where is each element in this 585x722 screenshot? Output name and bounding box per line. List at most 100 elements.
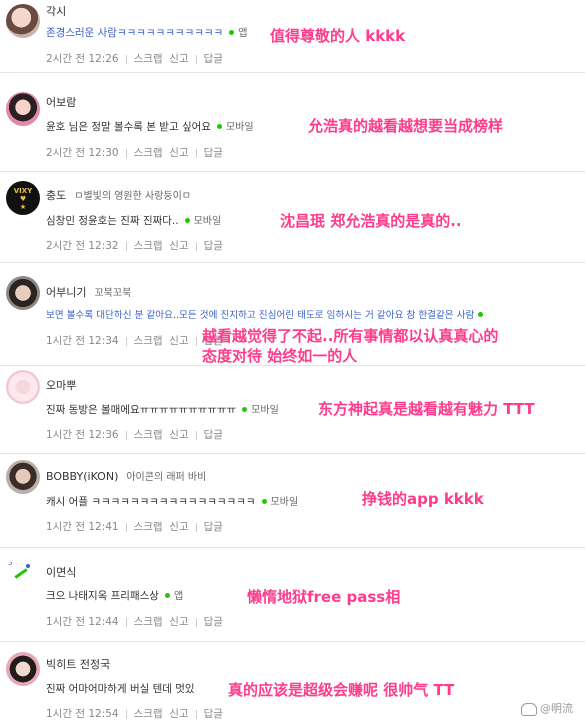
divider — [195, 430, 197, 440]
translation-annotation: 真的应该是超级会赚呢 很帅气 TT — [228, 681, 455, 699]
divider — [195, 617, 197, 627]
divider — [195, 709, 197, 719]
divider — [125, 336, 127, 346]
comment-text: 존경스러운 사람ㅋㅋㅋㅋㅋㅋㅋㅋㅋㅋㅋ 앱 — [46, 24, 247, 40]
avatar[interactable] — [6, 652, 40, 686]
comment-meta: 2시간 전 12:26 스크랩 신고 답글 — [46, 51, 223, 66]
scrap-button[interactable]: 스크랩 — [134, 53, 163, 65]
user-badge: 꼬북꼬북 — [94, 288, 132, 299]
reply-button[interactable]: 답글 — [204, 521, 223, 533]
comment-text: 캐시 어플 ㅋㅋㅋㅋㅋㅋㅋㅋㅋㅋㅋㅋㅋㅋㅋㅋㅋ 모바일 — [46, 493, 298, 509]
comment-text-content: 캐시 어플 ㅋㅋㅋㅋㅋㅋㅋㅋㅋㅋㅋㅋㅋㅋㅋㅋㅋ — [46, 496, 256, 508]
comment-item: VIXY ♥ ★ 충도 ㅁ별빛의 영원한 사랑둥이ㅁ 심창민 정윤호는 진짜 진짜다.… — [0, 177, 585, 263]
scrap-button[interactable]: 스크랩 — [134, 429, 163, 441]
avatar[interactable] — [6, 4, 40, 38]
comment-item: 5 이면식 크으 나태지옥 프리패스상 앱 1시간 전 12:44 스크랩 신고 답글… — [0, 552, 585, 642]
avatar[interactable] — [6, 92, 40, 126]
nickname[interactable]: 어보람 — [46, 94, 76, 110]
report-button[interactable]: 신고 — [169, 147, 188, 159]
timestamp: 1시간 전 12:54 — [46, 708, 119, 720]
avatar[interactable] — [6, 370, 40, 404]
online-dot-icon — [261, 499, 267, 504]
translation-annotation: 值得尊敬的人 kkkk — [270, 27, 406, 45]
comment-text-content: 심창민 정윤호는 진짜 진짜다.. — [46, 215, 179, 227]
scrap-button[interactable]: 스크랩 — [134, 616, 163, 628]
divider — [125, 241, 127, 251]
nickname[interactable]: 어부니기 꼬북꼬북 — [46, 284, 131, 300]
online-dot-icon — [478, 312, 484, 317]
translation-annotation: 允浩真的越看越想要当成榜样 — [308, 117, 504, 135]
timestamp: 2시간 전 12:32 — [46, 240, 119, 252]
reply-button[interactable]: 답글 — [204, 616, 223, 628]
nickname[interactable]: 빅히트 전정국 — [46, 656, 110, 672]
reply-button[interactable]: 답글 — [204, 53, 223, 65]
avatar[interactable] — [6, 276, 40, 310]
comment-meta: 1시간 전 12:36 스크랩 신고 답글 — [46, 427, 223, 442]
divider — [195, 54, 197, 64]
comment-text-content: 진짜 동방은 볼매에요ㅠㅠㅠㅠㅠㅠㅠㅠㅠㅠ — [46, 404, 237, 416]
reply-button[interactable]: 답글 — [204, 147, 223, 159]
scrap-button[interactable]: 스크랩 — [134, 335, 163, 347]
report-button[interactable]: 신고 — [169, 335, 188, 347]
comment-item: 오마뿌 진짜 동방은 볼매에요ㅠㅠㅠㅠㅠㅠㅠㅠㅠㅠ 모바일 1시간 전 12:36… — [0, 366, 585, 454]
scrap-button[interactable]: 스크랩 — [134, 147, 163, 159]
watermark: @明流 — [521, 700, 573, 716]
weibo-icon — [521, 702, 537, 716]
reply-button[interactable]: 답글 — [204, 429, 223, 441]
nickname-text: BOBBY(iKON) — [46, 470, 119, 483]
comment-text-content: 진짜 어마어마하게 버실 텐데 멋있 — [46, 683, 195, 695]
report-button[interactable]: 신고 — [169, 708, 188, 720]
avatar[interactable]: 5 — [6, 556, 40, 590]
comment-item: 어보람 윤호 님은 정말 볼수록 본 받고 싶어요 모바일 2시간 전 12:30… — [0, 88, 585, 172]
timestamp: 2시간 전 12:26 — [46, 53, 119, 65]
online-dot-icon — [242, 407, 248, 412]
scrap-button[interactable]: 스크랩 — [134, 521, 163, 533]
comment-item: 어부니기 꼬북꼬북 보면 볼수록 대단하신 분 같아요..모든 것에 진지하고 진… — [0, 272, 585, 366]
comment-text-content: 크으 나태지옥 프리패스상 — [46, 590, 159, 602]
avatar[interactable] — [6, 460, 40, 494]
reply-button[interactable]: 답글 — [204, 240, 223, 252]
translation-annotation: 懒惰地狱free pass相 — [247, 588, 401, 606]
user-badge: ㅁ별빛의 영원한 사랑둥이ㅁ — [74, 191, 192, 202]
avatar[interactable]: VIXY ♥ ★ — [6, 181, 40, 215]
translation-annotation-line2: 态度对待 始终如一的人 — [202, 347, 358, 365]
comment-item: 각시 존경스러운 사람ㅋㅋㅋㅋㅋㅋㅋㅋㅋㅋㅋ 앱 2시간 전 12:26 스크랩 신… — [0, 0, 585, 73]
device-label: 모바일 — [225, 122, 254, 133]
comment-text: 진짜 동방은 볼매에요ㅠㅠㅠㅠㅠㅠㅠㅠㅠㅠ 모바일 — [46, 401, 279, 417]
nickname[interactable]: 충도 ㅁ별빛의 영원한 사랑둥이ㅁ — [46, 187, 191, 203]
divider — [125, 617, 127, 627]
scrap-button[interactable]: 스크랩 — [134, 240, 163, 252]
reply-button[interactable]: 답글 — [204, 708, 223, 720]
comment-item: BOBBY(iKON) 아이콘의 래퍼 바비 캐시 어플 ㅋㅋㅋㅋㅋㅋㅋㅋㅋㅋㅋㅋ… — [0, 456, 585, 548]
nickname[interactable]: 각시 — [46, 3, 66, 19]
report-button[interactable]: 신고 — [169, 53, 188, 65]
comment-text: 심창민 정윤호는 진짜 진짜다.. 모바일 — [46, 212, 221, 228]
nickname[interactable]: 이면식 — [46, 564, 76, 580]
divider — [125, 54, 127, 64]
user-badge: 아이콘의 래퍼 바비 — [126, 472, 207, 483]
translation-annotation: 越看越觉得了不起..所有事情都以认真真心的 — [202, 327, 499, 345]
timestamp: 1시간 전 12:44 — [46, 616, 119, 628]
nickname[interactable]: 오마뿌 — [46, 377, 76, 393]
comment-text-content: 존경스러운 사람ㅋㅋㅋㅋㅋㅋㅋㅋㅋㅋㅋ — [46, 27, 224, 39]
divider — [125, 709, 127, 719]
device-label: 모바일 — [251, 405, 279, 416]
divider — [195, 336, 197, 346]
translation-annotation: 沈昌珉 郑允浩真的是真的.. — [280, 212, 462, 230]
timestamp: 1시간 전 12:41 — [46, 521, 119, 533]
online-dot-icon — [164, 593, 170, 598]
report-button[interactable]: 신고 — [169, 429, 188, 441]
comment-text: 진짜 어마어마하게 버실 텐데 멋있 — [46, 681, 195, 696]
device-label: 앱 — [238, 28, 248, 39]
timestamp: 1시간 전 12:34 — [46, 335, 119, 347]
comment-meta: 1시간 전 12:54 스크랩 신고 답글 — [46, 706, 223, 721]
timestamp: 2시간 전 12:30 — [46, 147, 119, 159]
report-button[interactable]: 신고 — [169, 616, 188, 628]
report-button[interactable]: 신고 — [169, 521, 188, 533]
nickname[interactable]: BOBBY(iKON) 아이콘의 래퍼 바비 — [46, 468, 206, 483]
comment-meta: 1시간 전 12:44 스크랩 신고 답글 — [46, 614, 223, 629]
scrap-button[interactable]: 스크랩 — [134, 708, 163, 720]
nickname-text: 어부니기 — [46, 286, 87, 299]
device-label: 모바일 — [193, 216, 222, 227]
report-button[interactable]: 신고 — [169, 240, 188, 252]
